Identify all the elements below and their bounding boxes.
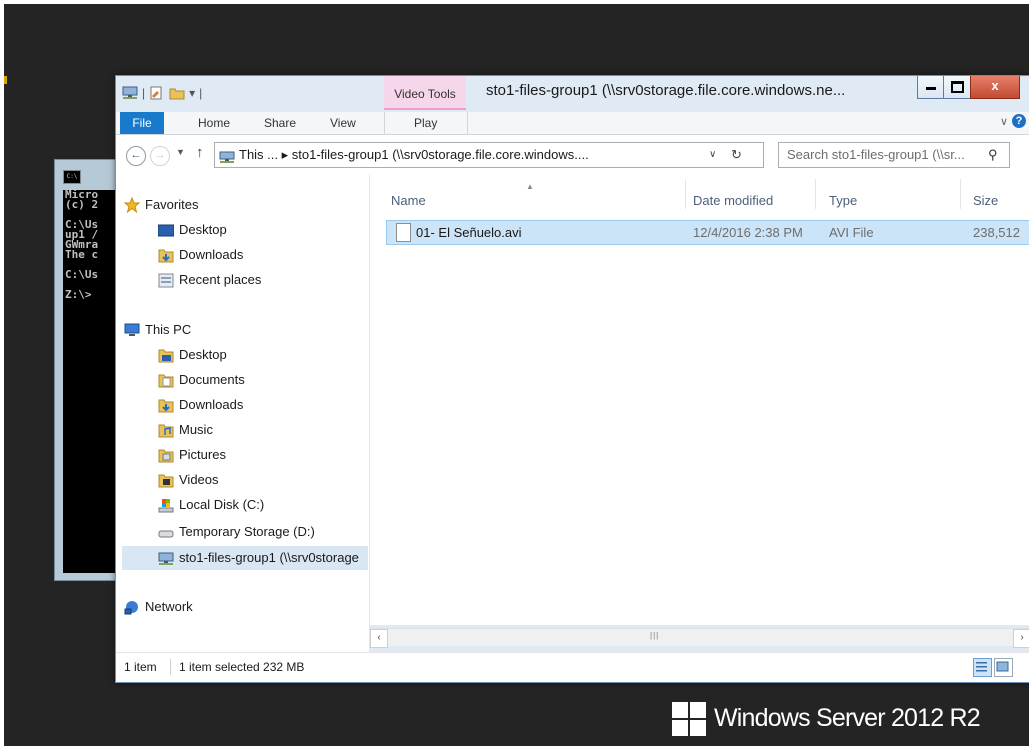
nav-label: Desktop: [179, 222, 227, 237]
horizontal-scrollbar[interactable]: ‹ ||| ›: [370, 628, 1029, 648]
column-header-size[interactable]: Size: [973, 175, 998, 213]
tab-file[interactable]: File: [120, 112, 164, 134]
column-divider[interactable]: [815, 179, 816, 209]
nav-label: Network: [145, 599, 193, 614]
file-type: AVI File: [829, 225, 874, 240]
file-size: 238,512: [973, 225, 1020, 240]
local-disk-icon: [158, 497, 174, 513]
status-bar: 1 item 1 item selected 232 MB: [116, 652, 1029, 682]
column-divider[interactable]: [685, 179, 686, 209]
recent-locations-dropdown-icon[interactable]: ▼: [176, 147, 185, 157]
status-divider: [170, 659, 171, 675]
tab-home[interactable]: Home: [198, 112, 230, 134]
up-button[interactable]: ↑: [196, 144, 204, 161]
desktop: C:\ Micro (c) 2 C:\Us up1 / GWmra The c …: [4, 4, 1029, 746]
nav-label: Downloads: [179, 397, 244, 412]
nav-label: Pictures: [179, 447, 226, 462]
qat-separator: |: [199, 86, 203, 100]
windows-logo-icon: [672, 702, 706, 736]
network-drive-icon: [158, 550, 174, 565]
refresh-icon[interactable]: ↻: [731, 143, 742, 167]
status-selection: 1 item selected 232 MB: [179, 660, 305, 674]
column-header-name[interactable]: Name: [391, 175, 426, 213]
drive-icon: [158, 524, 174, 539]
desktop-folder-icon: [158, 347, 174, 363]
tab-share[interactable]: Share: [264, 112, 296, 134]
desktop-icon: [157, 222, 175, 237]
video-tools-contextual-header: Video Tools: [384, 76, 466, 110]
sort-ascending-icon: ▲: [526, 182, 534, 191]
maximize-icon: [951, 81, 964, 93]
videos-folder-icon: [158, 472, 174, 488]
nav-label: This PC: [145, 322, 192, 337]
nav-label: Downloads: [179, 247, 244, 262]
network-drive-icon: [219, 148, 235, 163]
file-icon: [396, 223, 411, 242]
star-icon: [123, 196, 141, 214]
address-dropdown-icon[interactable]: ∨: [709, 143, 716, 167]
column-divider[interactable]: [960, 179, 961, 209]
nav-label: Recent places: [179, 272, 262, 287]
nav-label: Local Disk (C:): [179, 497, 265, 512]
file-list[interactable]: Name ▲ Date modified Type Size 01- El Se…: [370, 175, 1029, 625]
pictures-folder-icon: [158, 447, 174, 463]
nav-label: sto1-files-group1 (\\srv0storage: [179, 550, 359, 565]
tab-view[interactable]: View: [330, 112, 356, 134]
window-title: sto1-files-group1 (\\srv0storage.file.co…: [486, 82, 846, 99]
scrollbar-thumb-grip[interactable]: |||: [650, 631, 659, 640]
scroll-right-icon[interactable]: ›: [1013, 629, 1029, 648]
taskbar-edge-highlight: [4, 76, 7, 84]
qat-dropdown-icon[interactable]: ▾: [189, 86, 195, 100]
new-folder-icon[interactable]: [169, 86, 185, 100]
search-placeholder: Search sto1-files-group1 (\\sr...: [787, 147, 965, 162]
status-item-count: 1 item: [124, 660, 157, 674]
close-button[interactable]: x: [970, 76, 1020, 99]
back-button[interactable]: ←: [126, 146, 146, 166]
ribbon-tabs: File Home Share View Play ∨ ?: [116, 112, 1029, 135]
nav-label: Videos: [179, 472, 219, 487]
nav-label: Temporary Storage (D:): [179, 524, 315, 539]
file-name[interactable]: 01- El Señuelo.avi: [416, 221, 522, 244]
nav-label: Favorites: [145, 197, 199, 212]
file-date-modified: 12/4/2016 2:38 PM: [693, 225, 803, 240]
details-view-icon[interactable]: [973, 658, 992, 677]
nav-label: Music: [179, 422, 213, 437]
file-explorer-window[interactable]: | ▾ | Video Tools sto1-files-group1 (\\s…: [115, 75, 1029, 683]
navigation-pane[interactable]: Favorites Desktop Downloads Recent place…: [116, 175, 370, 652]
cmd-icon: C:\: [63, 170, 81, 184]
scroll-left-icon[interactable]: ‹: [370, 629, 388, 648]
titlebar[interactable]: | ▾ | Video Tools sto1-files-group1 (\\s…: [116, 76, 1029, 112]
computer-icon: [124, 322, 140, 337]
qat-separator: |: [142, 86, 146, 100]
address-path[interactable]: This ... ▸ sto1-files-group1 (\\srv0stor…: [239, 143, 679, 167]
large-icons-view-icon[interactable]: [994, 658, 1013, 677]
navigation-bar: ← → ▼ ↑ This ... ▸ sto1-files-group1 (\\…: [116, 135, 1029, 175]
maximize-button[interactable]: [943, 76, 971, 99]
network-drive-icon[interactable]: [122, 86, 138, 100]
music-folder-icon: [158, 422, 174, 438]
table-row[interactable]: 01- El Señuelo.avi 12/4/2016 2:38 PM AVI…: [386, 220, 1029, 245]
recent-places-icon: [158, 272, 174, 288]
column-header-date-modified[interactable]: Date modified: [693, 175, 773, 213]
address-bar[interactable]: This ... ▸ sto1-files-group1 (\\srv0stor…: [214, 142, 764, 168]
search-icon[interactable]: ⚲: [988, 143, 998, 167]
os-branding-text: Windows Server 2012 R2: [714, 704, 981, 732]
help-icon[interactable]: ?: [1012, 114, 1026, 128]
downloads-folder-icon: [158, 247, 174, 263]
forward-button[interactable]: →: [150, 146, 170, 166]
nav-label: Documents: [179, 372, 245, 387]
documents-folder-icon: [158, 372, 174, 388]
quick-access-toolbar: | ▾ |: [122, 84, 202, 102]
downloads-folder-icon: [158, 397, 174, 413]
nav-label: Desktop: [179, 347, 227, 362]
search-input[interactable]: Search sto1-files-group1 (\\sr... ⚲: [778, 142, 1010, 168]
network-icon: [124, 599, 140, 615]
tab-play[interactable]: Play: [414, 112, 437, 134]
column-header-type[interactable]: Type: [829, 175, 857, 213]
minimize-icon: [926, 87, 936, 90]
expand-ribbon-icon[interactable]: ∨: [1000, 115, 1008, 128]
minimize-button[interactable]: [917, 76, 945, 99]
properties-icon[interactable]: [149, 86, 165, 100]
